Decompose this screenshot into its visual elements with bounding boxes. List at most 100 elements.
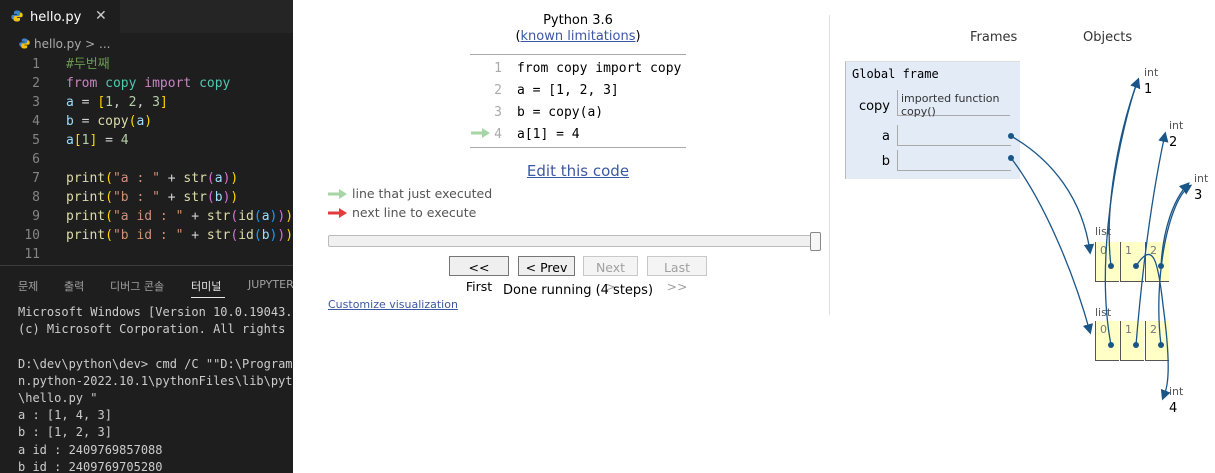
objects-header: Objects: [1083, 30, 1133, 45]
list-cell: 2: [1145, 321, 1169, 361]
step-slider-handle[interactable]: [810, 232, 821, 251]
tutor-code-line: 4 a[1] = 4: [470, 124, 686, 146]
next-button[interactable]: Next >: [583, 256, 638, 294]
frames-header: Frames: [970, 30, 1018, 45]
code-text: print("a id : " + str(id(a))): [66, 209, 293, 224]
tutor-line-number: 3: [494, 105, 502, 120]
code-line[interactable]: 10 print("b id : " + str(id(b))): [0, 226, 293, 245]
list-index: 2: [1150, 244, 1157, 257]
first-button[interactable]: << First: [449, 256, 509, 294]
tutor-line-number: 2: [494, 83, 502, 98]
list-cell: 0: [1095, 321, 1119, 361]
panel-tab[interactable]: 터미널: [191, 278, 221, 294]
pointer-a0: [1108, 77, 1141, 267]
pointer-a: [1010, 135, 1095, 255]
pointer-b: [1010, 157, 1093, 335]
code-text: a = [1, 2, 3]: [66, 95, 168, 110]
list-index: 2: [1150, 323, 1157, 336]
panel-tabs: 문제 출력 디버그 콘솔 터미널 JUPYTER: [0, 266, 293, 301]
customize-visualization-link[interactable]: Customize visualization: [328, 298, 458, 311]
var-name-b: b: [881, 154, 890, 169]
int-object-1: 1: [1144, 82, 1153, 97]
line-number: 11: [24, 247, 40, 262]
code-line[interactable]: 11: [0, 245, 293, 264]
breadcrumb[interactable]: hello.py > ...: [19, 37, 110, 51]
execution-status: Done running (4 steps): [502, 283, 654, 298]
green-arrow-icon: [328, 189, 347, 199]
vertical-divider: [829, 15, 830, 315]
var-name-copy: copy: [858, 99, 890, 114]
editor-tab-hello-py[interactable]: hello.py ✕: [0, 0, 120, 34]
tutor-code-line: 1 from copy import copy: [470, 58, 686, 80]
panel-tab[interactable]: 출력: [64, 278, 84, 294]
prev-button[interactable]: < Prev: [518, 256, 575, 276]
tutor-code-text: a = [1, 2, 3]: [517, 83, 619, 98]
terminal-line: a id : 2409769857088: [18, 442, 163, 457]
known-limitations-link[interactable]: known limitations: [521, 29, 636, 44]
list-cell: 1: [1120, 321, 1144, 361]
list-cell: 2: [1145, 242, 1169, 282]
executed-line-arrow-icon: [471, 128, 490, 138]
panel-tab[interactable]: JUPYTER: [248, 278, 293, 291]
int-type-label: int: [1169, 119, 1184, 132]
list-index: 1: [1125, 244, 1132, 257]
line-number: 9: [32, 209, 40, 224]
panel-tab[interactable]: 문제: [18, 278, 38, 294]
line-number: 4: [32, 114, 40, 129]
var-value-copy: imported function copy(): [897, 90, 1010, 118]
terminal-line: b : [1, 2, 3]: [18, 425, 112, 440]
legend-executed: line that just executed: [328, 186, 492, 201]
python-file-icon: [11, 10, 23, 22]
code-line[interactable]: 2 from copy import copy: [0, 74, 293, 93]
code-line[interactable]: 1 #두번째: [0, 55, 293, 74]
code-line[interactable]: 9 print("a id : " + str(id(a))): [0, 207, 293, 226]
code-text: print("a : " + str(a)): [66, 171, 239, 186]
python-file-icon: [19, 38, 30, 49]
code-text: a[1] = 4: [66, 133, 129, 148]
list-cell: 1: [1120, 242, 1144, 282]
list-object-a: 0 1 2: [1095, 242, 1170, 282]
code-text: print("b : " + str(b)): [66, 190, 239, 205]
terminal-line: n.python-2022.10.1\pythonFiles\lib\pytho…: [18, 373, 293, 388]
line-number: 2: [32, 76, 40, 91]
code-line[interactable]: 3 a = [1, 2, 3]: [0, 93, 293, 112]
var-name-a: a: [882, 129, 890, 144]
terminal-line: a : [1, 4, 3]: [18, 408, 112, 423]
code-text: print("b id : " + str(id(b))): [66, 228, 293, 243]
editor-tab-bar: hello.py ✕: [0, 0, 293, 34]
list-index: 0: [1100, 323, 1107, 336]
var-value-a: [897, 125, 1011, 146]
panel-tab[interactable]: 디버그 콘솔: [110, 278, 164, 294]
code-line[interactable]: 5 a[1] = 4: [0, 131, 293, 150]
tutor-line-number: 1: [494, 61, 502, 76]
terminal-line: b id : 2409769705280: [18, 459, 163, 473]
global-frame: Global frame copy imported function copy…: [845, 61, 1020, 179]
step-slider[interactable]: [328, 235, 820, 247]
code-text: #두번째: [66, 57, 110, 72]
line-number: 1: [32, 57, 40, 72]
known-limitations-line: (known limitations): [513, 29, 643, 44]
code-text: from copy import copy: [66, 76, 231, 91]
terminal-output[interactable]: Microsoft Windows [Version 10.0.19043.18…: [18, 304, 293, 473]
code-line[interactable]: 8 print("b : " + str(b)): [0, 188, 293, 207]
line-number: 5: [32, 133, 40, 148]
terminal-line: D:\dev\python\dev> cmd /C ""D:\Program F…: [18, 356, 293, 371]
code-line[interactable]: 4 b = copy(a): [0, 112, 293, 131]
line-number: 3: [32, 95, 40, 110]
tutor-code-text: from copy import copy: [517, 61, 682, 76]
last-button[interactable]: Last >>: [647, 256, 707, 294]
close-icon[interactable]: ✕: [95, 8, 107, 24]
code-bottom-divider: [470, 147, 686, 148]
edit-code-link[interactable]: Edit this code: [493, 162, 663, 180]
line-number: 6: [32, 152, 40, 167]
python-version-label: Python 3.6: [543, 13, 613, 28]
code-line[interactable]: 7 print("a : " + str(a)): [0, 169, 293, 188]
int-object-3: 3: [1194, 188, 1203, 203]
paren-close: ): [635, 29, 641, 44]
list-type-label: list: [1095, 306, 1112, 319]
code-line[interactable]: 6: [0, 150, 293, 169]
list-type-label: list: [1095, 225, 1112, 238]
python-tutor-visualizer: Python 3.6 (known limitations) 1 from cop…: [293, 0, 1215, 473]
code-editor[interactable]: 1 #두번째 2 from copy import copy 3 a = [1, 2, 3…: [0, 55, 293, 262]
